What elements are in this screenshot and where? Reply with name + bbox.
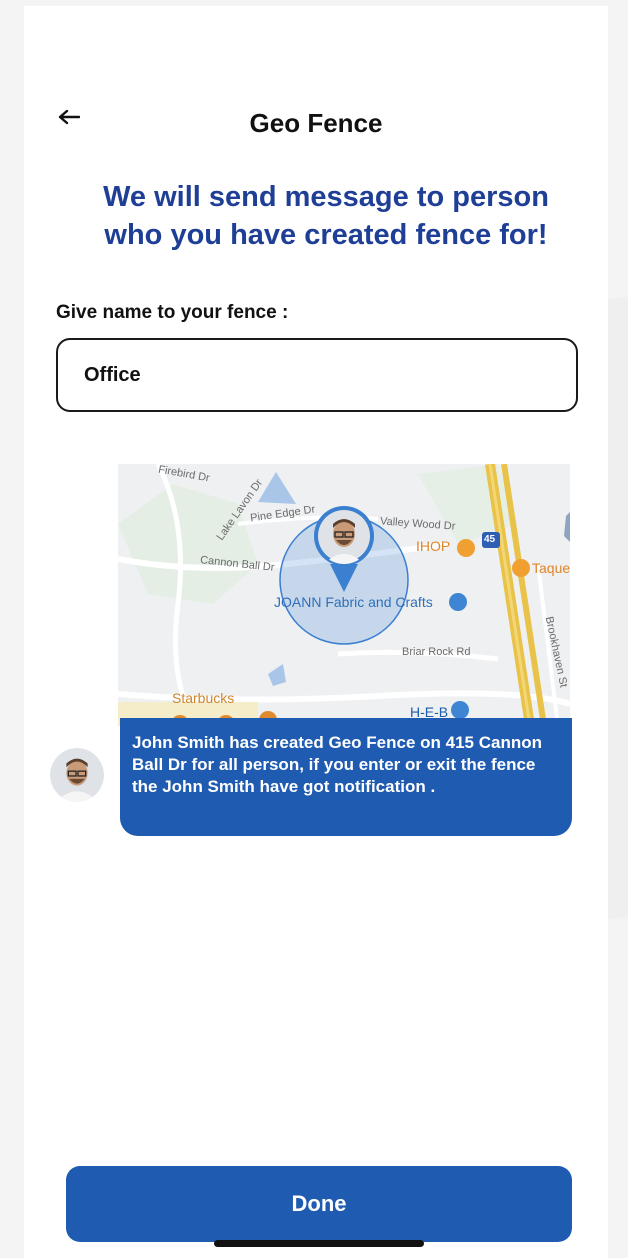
- fence-name-input[interactable]: [56, 338, 578, 412]
- grocery-icon: [451, 701, 469, 719]
- highway-shield-number: 45: [484, 534, 496, 545]
- restaurant-icon: [512, 559, 530, 577]
- headline-message: We will send message to person who you h…: [103, 181, 549, 251]
- done-button[interactable]: Done: [66, 1166, 572, 1242]
- person-avatar-icon: [50, 748, 104, 802]
- restaurant-icon: [457, 539, 475, 557]
- poi-label: JOANN Fabric and Crafts: [274, 594, 433, 610]
- person-avatar-icon: [318, 510, 370, 564]
- sender-avatar: [50, 748, 104, 802]
- poi-label: Taque: [532, 560, 570, 576]
- street-label: Briar Rock Rd: [402, 646, 471, 658]
- page-title: Geo Fence: [249, 108, 383, 138]
- poi-label: IHOP: [416, 538, 451, 554]
- avatar: [316, 508, 372, 564]
- map-view[interactable]: Firebird Dr Lake Lavon Dr Pine Edge Dr V…: [118, 464, 570, 726]
- fence-name-label: Give name to your fence :: [56, 302, 289, 323]
- shopping-icon: [449, 593, 467, 611]
- phone-screen: Geo Fence We will send message to person…: [24, 6, 608, 1258]
- home-indicator: [214, 1240, 424, 1247]
- poi-label: Starbucks: [172, 690, 235, 706]
- notification-message-bubble: John Smith has created Geo Fence on 415 …: [120, 718, 572, 836]
